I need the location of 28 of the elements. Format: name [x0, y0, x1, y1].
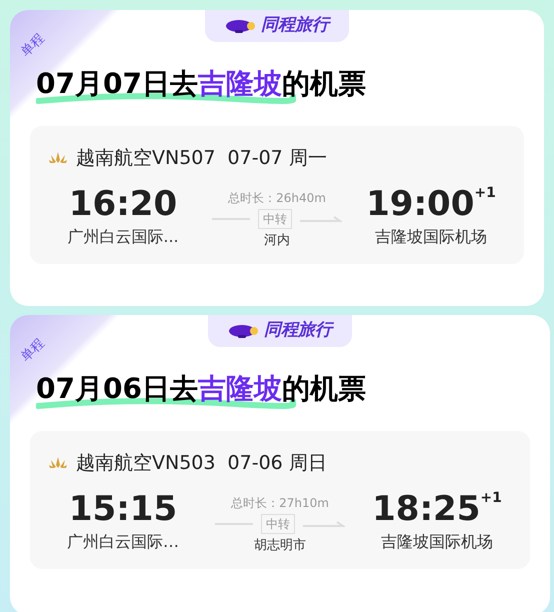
depart-time: 15:15 — [68, 488, 178, 530]
blimp-icon — [228, 323, 260, 339]
flight-info: 越南航空VN507 07-07 周一 — [76, 146, 327, 171]
arrive-time: 18:25 — [372, 488, 480, 530]
brand-name: 同程旅行 — [264, 319, 332, 342]
arrive-airport: 吉隆坡国际机场 — [381, 531, 493, 553]
corner-tag: 单程 — [16, 30, 50, 62]
transfer-city: 胡志明市 — [254, 536, 306, 554]
depart-airport: 广州白云国际... — [67, 226, 179, 248]
ticket-title: 07月07日去吉隆坡的机票 — [36, 70, 367, 98]
day-offset: +1 — [474, 184, 496, 202]
lotus-icon — [48, 456, 68, 470]
flight-info: 越南航空VN503 07-06 周日 — [76, 451, 327, 476]
lotus-icon — [48, 151, 68, 166]
arrive-airport: 吉隆坡国际机场 — [375, 226, 487, 248]
depart-airport: 广州白云国际… — [67, 531, 179, 553]
blimp-icon — [225, 18, 257, 34]
arrive-time: 19:00 — [366, 182, 474, 225]
transfer-tag: 中转 — [258, 208, 292, 228]
ticket-title: 07月06日去吉隆坡的机票 — [36, 375, 367, 403]
transfer-tag: 中转 — [261, 514, 295, 534]
corner-tag: 单程 — [16, 334, 50, 367]
duration: 总时长：27h10m — [231, 494, 329, 512]
duration: 总时长：26h40m — [228, 190, 326, 206]
depart-time: 16:20 — [68, 182, 178, 225]
day-offset: +1 — [480, 488, 502, 508]
brand-name: 同程旅行 — [261, 14, 329, 38]
transfer-city: 河内 — [264, 232, 290, 250]
